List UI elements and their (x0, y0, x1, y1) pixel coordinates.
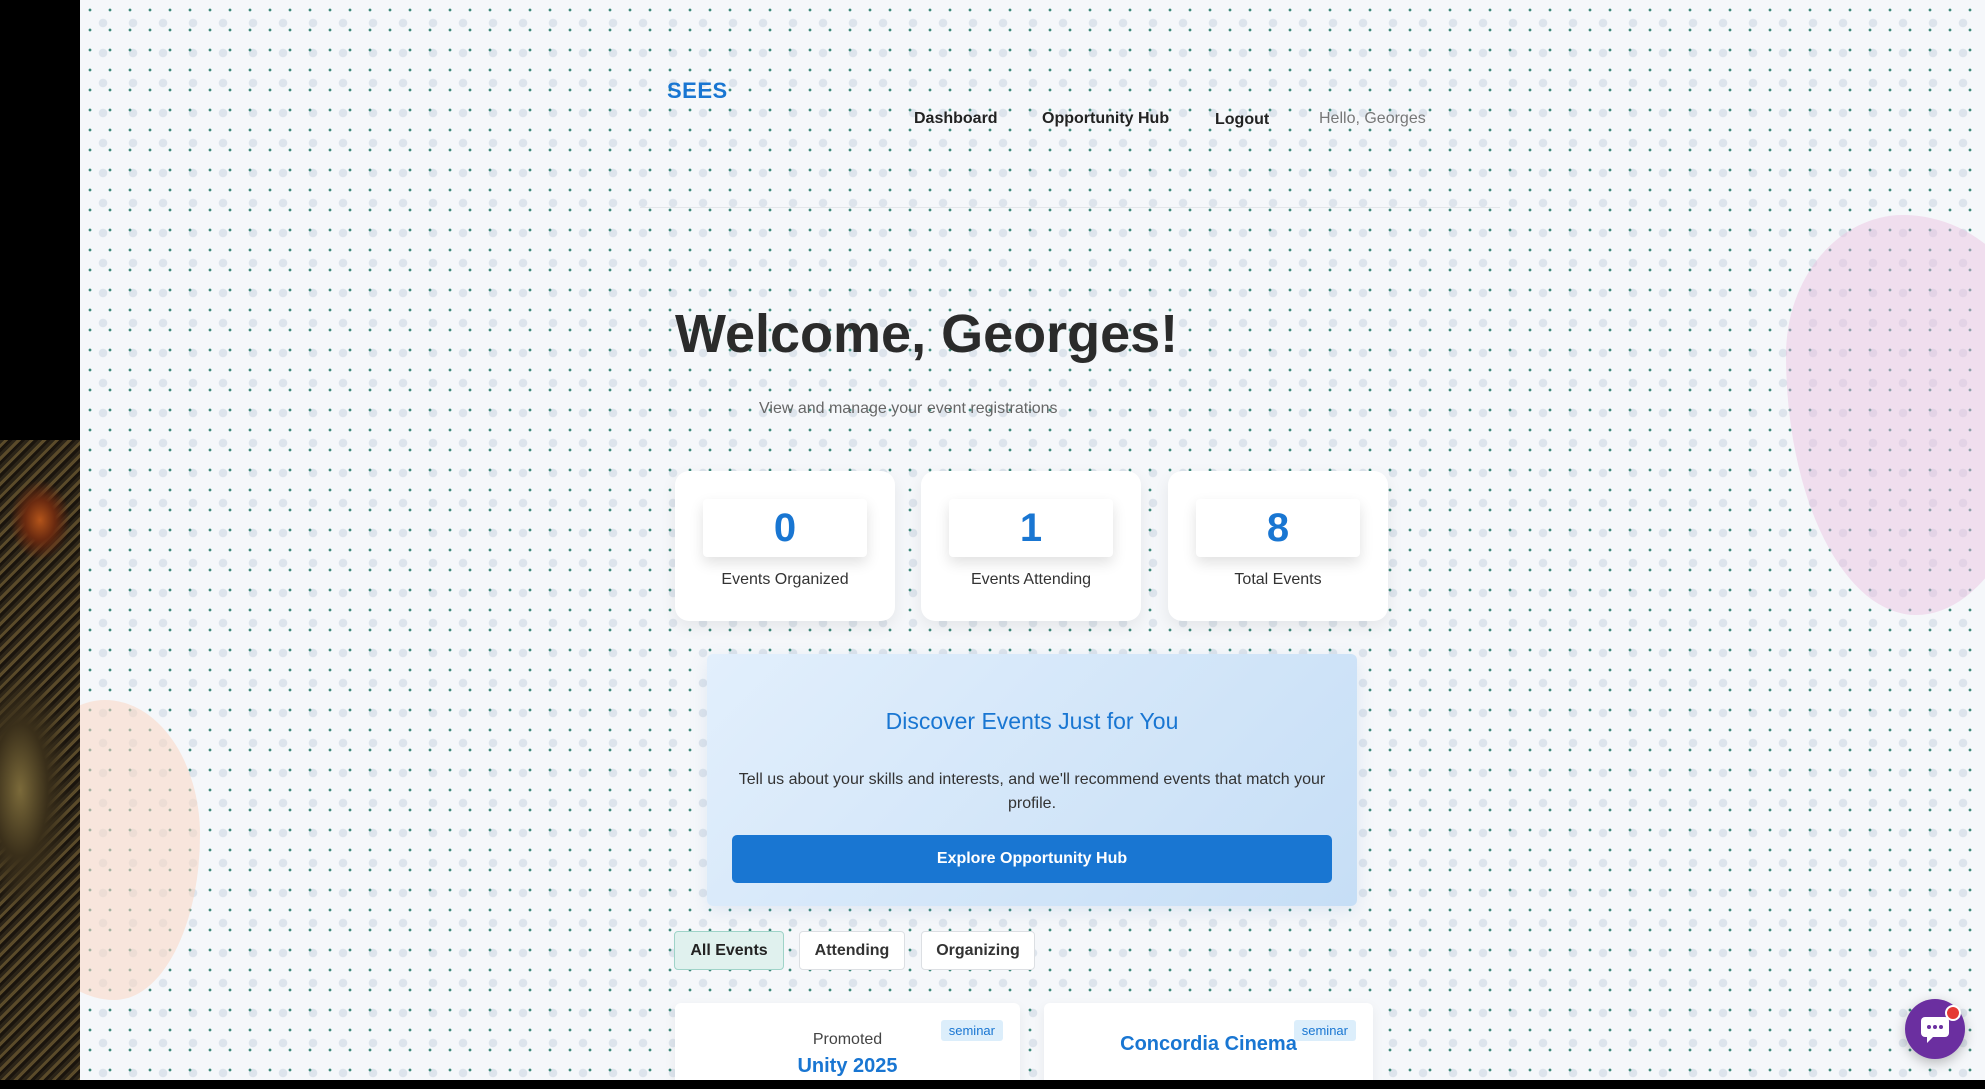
stat-value: 8 (1196, 499, 1360, 557)
filter-organizing[interactable]: Organizing (921, 931, 1035, 970)
stat-value: 0 (703, 499, 867, 557)
event-card[interactable]: seminar Promoted Unity 2025 (675, 1003, 1020, 1080)
promoted-badge: Promoted (812, 1031, 883, 1048)
stat-label: Total Events (1234, 571, 1322, 588)
user-greeting: Hello, Georges (1319, 110, 1426, 127)
discover-panel: Discover Events Just for You Tell us abo… (707, 654, 1357, 906)
brand-logo[interactable]: SEES (667, 78, 728, 104)
nav-logout[interactable]: Logout (1215, 111, 1269, 129)
page-subtitle: View and manage your event registrations (759, 400, 1058, 417)
stat-value: 1 (949, 499, 1113, 557)
filter-attending[interactable]: Attending (799, 931, 905, 970)
decorative-blob (80, 700, 200, 1000)
stat-label: Events Attending (970, 571, 1092, 588)
discover-title: Discover Events Just for You (885, 708, 1179, 734)
event-card[interactable]: seminar Concordia Cinema (1044, 1003, 1373, 1080)
discover-text: Tell us about your skills and interests,… (738, 771, 1326, 812)
chat-button[interactable] (1905, 999, 1965, 1059)
page: SEES Dashboard Opportunity Hub Logout He… (80, 0, 1985, 1080)
event-title[interactable]: Unity 2025 (675, 1055, 1020, 1078)
nav-opportunity-hub[interactable]: Opportunity Hub (1042, 110, 1169, 128)
event-title[interactable]: Concordia Cinema (1044, 1033, 1373, 1056)
stat-label: Events Organized (721, 571, 849, 588)
page-title: Welcome, Georges! (675, 304, 1179, 364)
stat-card-organized: 0 Events Organized (675, 471, 895, 621)
background-photo (0, 440, 80, 1080)
bottom-bar (0, 1080, 1985, 1089)
notification-dot (1945, 1005, 1961, 1021)
header-divider (640, 207, 1500, 208)
filter-all-events[interactable]: All Events (674, 931, 784, 970)
explore-opportunity-hub-button[interactable]: Explore Opportunity Hub (732, 835, 1332, 883)
stat-card-attending: 1 Events Attending (921, 471, 1141, 621)
stat-card-total: 8 Total Events (1168, 471, 1388, 621)
decorative-blob (1786, 215, 1985, 615)
nav-dashboard[interactable]: Dashboard (914, 110, 998, 128)
